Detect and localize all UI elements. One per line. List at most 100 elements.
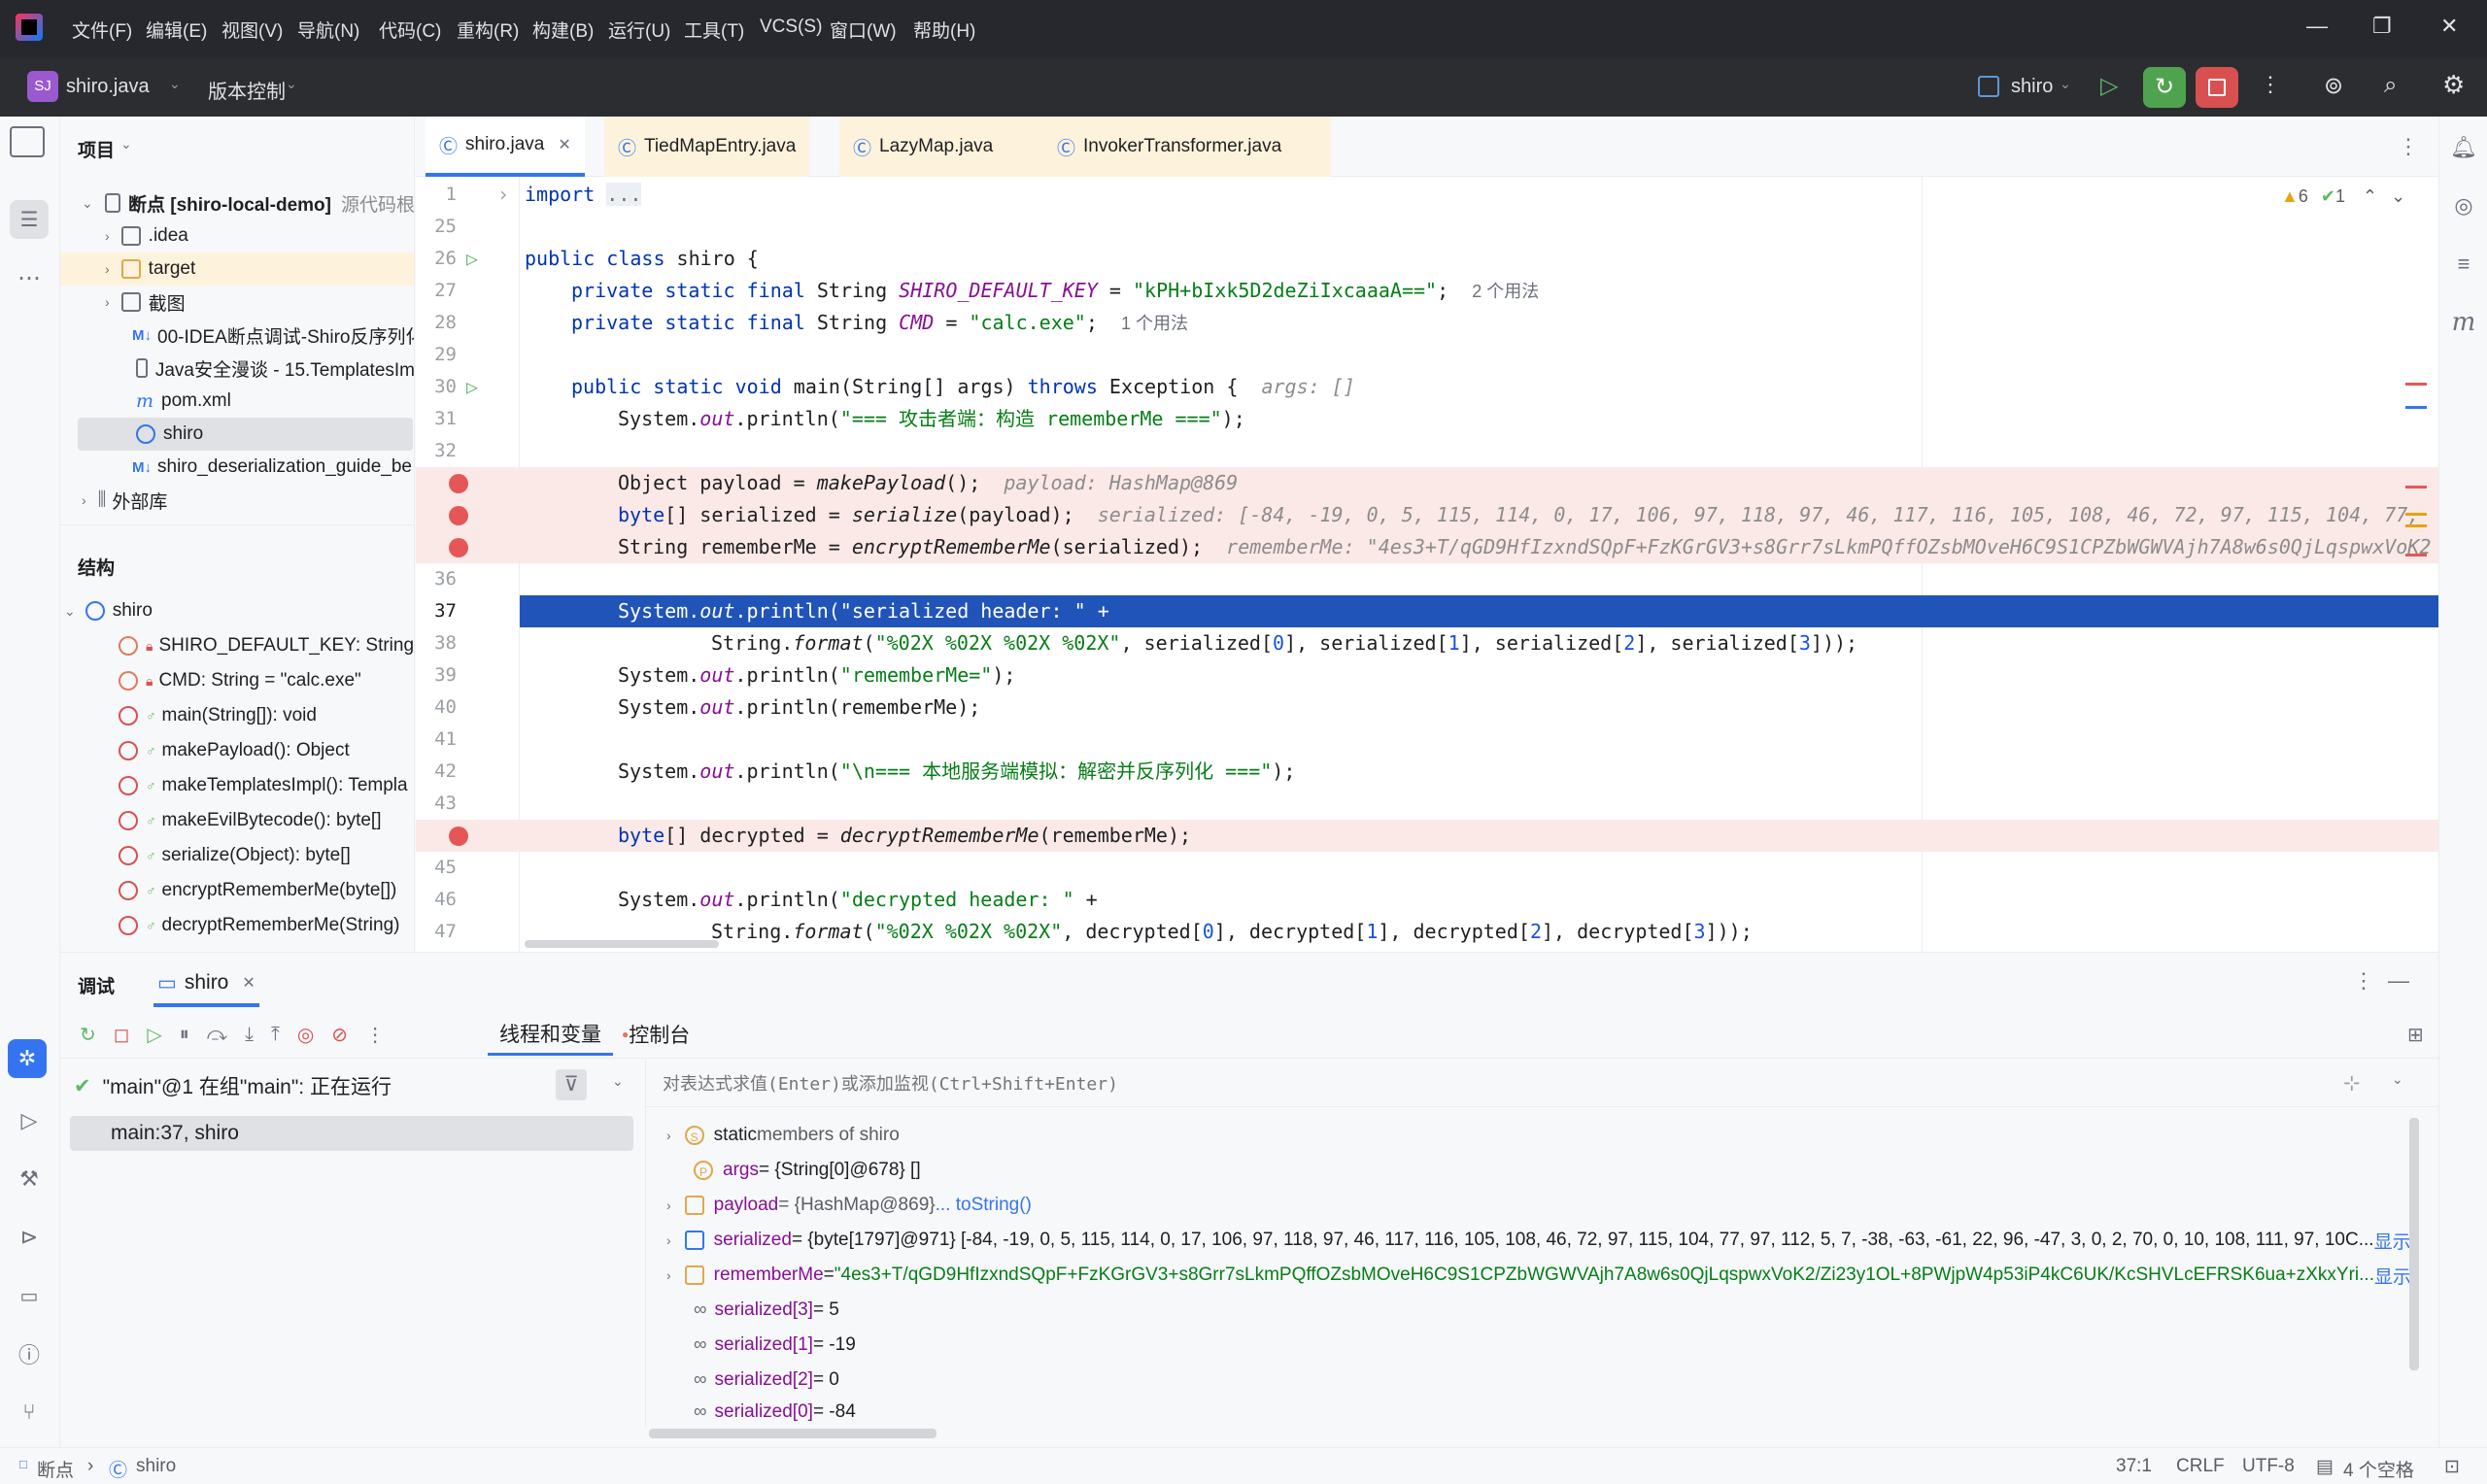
code-line-breakpoint[interactable]: byte[] decrypted = decryptRememberMe(rem… — [416, 820, 2438, 852]
rerun-debug-button[interactable]: ↻ — [2143, 67, 2186, 108]
variable-row[interactable]: › serialized = {byte[1797]@971} [-84, -19… — [666, 1223, 2483, 1258]
structure-item[interactable]: 🔒︎ SHIRO_DEFAULT_KEY: String — [60, 629, 414, 662]
run-config-selector[interactable]: shiro — [2011, 76, 2053, 98]
code-line[interactable]: 39 System.out.println("rememberMe="); — [416, 659, 2438, 691]
ai-assistant-icon[interactable]: ⊚ — [2324, 72, 2343, 100]
menu-build[interactable]: 构建(B) — [532, 17, 594, 43]
menu-vcs[interactable]: VCS(S) — [760, 17, 822, 38]
menu-tools[interactable]: 工具(T) — [684, 17, 744, 43]
code-line[interactable]: 26 ▷ public class shiro { — [416, 243, 2438, 275]
code-line[interactable]: 38 String.format("%02X %02X %02X %02X", s… — [416, 627, 2438, 659]
fold-icon[interactable]: › — [497, 179, 509, 211]
folded-imports[interactable]: ... — [606, 183, 642, 206]
project-badge[interactable]: SJ — [27, 71, 58, 102]
variable-row[interactable]: ∞ serialized[1] = -19 — [694, 1328, 856, 1363]
breadcrumb-class[interactable]: shiro — [136, 1456, 176, 1477]
code-line-current[interactable]: System.out.println("serialized header: "… — [520, 595, 2438, 627]
caret-position[interactable]: 37:1 — [2116, 1456, 2152, 1477]
menu-window[interactable]: 窗口(W) — [830, 17, 897, 43]
filter-icon[interactable]: ⊽ — [556, 1069, 587, 1100]
code-line[interactable]: 31 System.out.println("=== 攻击者端：构造 rememb… — [416, 403, 2438, 435]
horizontal-scrollbar[interactable] — [649, 1429, 937, 1438]
git-tool-icon[interactable]: ⑂ — [10, 1393, 49, 1432]
stop-icon[interactable]: ◻ — [114, 1023, 130, 1047]
minimize-icon[interactable]: — — [2306, 14, 2328, 39]
code-line-breakpoint[interactable]: byte[] serialized = serialize(payload); … — [416, 499, 2438, 531]
tree-item-idea[interactable]: › .idea — [60, 219, 414, 253]
variable-row[interactable]: ∞ serialized[3] = 5 — [694, 1293, 839, 1328]
code-editor[interactable]: Ⓒshiro.java ✕ Ⓒ TiedMapEntry.java Ⓒ LazyMap… — [416, 117, 2438, 952]
run-gutter-icon[interactable]: ▷ — [466, 243, 478, 275]
structure-item[interactable]: ♂ serialize(Object): byte[] — [60, 839, 414, 872]
tree-item-target[interactable]: › target — [60, 253, 414, 286]
code-line[interactable]: 30 ▷ public static void main(String[] args… — [416, 371, 2438, 403]
resume-icon[interactable]: ▷ — [147, 1023, 161, 1047]
menu-help[interactable]: 帮助(H) — [913, 17, 975, 43]
structure-item[interactable]: ♂ makeTemplatesImpl(): Templa — [60, 769, 414, 802]
build-tool-icon[interactable]: ⚒ — [10, 1160, 49, 1198]
structure-item[interactable]: ♂ main(String[]): void — [60, 699, 414, 732]
run-tool-icon[interactable]: ▷ — [10, 1101, 49, 1140]
project-tool-icon[interactable] — [10, 126, 45, 157]
code-line-breakpoint[interactable]: Object payload = makePayload(); payload:… — [416, 467, 2438, 499]
menu-run[interactable]: 运行(U) — [608, 17, 670, 43]
debug-session-tab[interactable]: ▭ shiro ✕ — [153, 962, 259, 1007]
chevron-right-icon[interactable]: › — [105, 294, 110, 310]
tabs-menu-icon[interactable]: ⋮ — [2398, 134, 2419, 159]
evaluate-expression-input[interactable] — [663, 1063, 2392, 1104]
stack-frame[interactable]: main:37, shiro — [70, 1116, 633, 1151]
notifications-icon[interactable]: 🔔︎ — [2444, 128, 2483, 167]
breakpoint-icon[interactable] — [449, 474, 468, 493]
problems-tool-icon[interactable]: ⓘ — [10, 1334, 49, 1373]
close-tab-icon[interactable]: ✕ — [242, 973, 255, 993]
layout-icon[interactable]: ⊞ — [2407, 1023, 2424, 1047]
services-tool-icon[interactable]: ⊳ — [10, 1218, 49, 1257]
chevron-down-icon[interactable]: ⌄ — [82, 195, 93, 212]
chevron-down-icon[interactable]: ⌄ — [120, 136, 132, 152]
step-over-icon[interactable]: ⤼ — [207, 1024, 227, 1046]
horizontal-scrollbar[interactable] — [525, 940, 719, 948]
tree-item-pom[interactable]: m pom.xml — [60, 385, 414, 418]
code-line[interactable]: 32 — [416, 435, 2438, 467]
maximize-icon[interactable]: ❐ — [2372, 14, 2392, 39]
more-actions-icon[interactable]: ⋮ — [2353, 968, 2374, 994]
code-line[interactable]: 46 System.out.println("decrypted header: … — [416, 884, 2438, 916]
code-line[interactable]: 36 — [416, 563, 2438, 595]
code-line[interactable]: 43 — [416, 788, 2438, 820]
variable-row[interactable]: › rememberMe = "4es3+T/qGD9HfIzxndSQpF+Fz… — [666, 1258, 2483, 1293]
error-stripe[interactable] — [2405, 262, 2427, 942]
vcs-widget[interactable]: 版本控制 — [208, 76, 286, 104]
chevron-right-icon[interactable]: › — [105, 228, 110, 244]
rerun-icon[interactable]: ↻ — [80, 1023, 96, 1047]
structure-item[interactable]: ♂ makeEvilBytecode(): byte[] — [60, 804, 414, 837]
chevron-down-icon[interactable]: ⌄ — [286, 76, 297, 92]
menu-code[interactable]: 代码(C) — [379, 17, 441, 43]
close-tab-icon[interactable]: ✕ — [558, 135, 570, 154]
database-icon[interactable]: ≡ — [2444, 245, 2483, 284]
tab-shiro-java[interactable]: Ⓒshiro.java ✕ — [426, 117, 585, 177]
chevron-down-icon[interactable]: ⌄ — [2392, 1071, 2403, 1088]
structure-item[interactable]: ♂ encryptRememberMe(byte[]) — [60, 874, 414, 907]
ai-chat-icon[interactable]: ◎ — [2444, 186, 2483, 225]
menu-file[interactable]: 文件(F) — [72, 17, 132, 43]
structure-item[interactable]: ♂ makePayload(): Object — [60, 734, 414, 767]
code-line[interactable]: 47 String.format("%02X %02X %02X", decryp… — [416, 916, 2438, 948]
tab-lazymap[interactable]: Ⓒ LazyMap.java — [839, 117, 1043, 177]
code-line[interactable]: 42 System.out.println("\n=== 本地服务端模拟：解密并反… — [416, 756, 2438, 788]
gear-icon[interactable]: ⚙ — [2442, 70, 2465, 100]
tree-item-screenshots[interactable]: › 截图 — [60, 286, 414, 319]
run-gutter-icon[interactable]: ▷ — [466, 371, 478, 403]
step-out-icon[interactable]: ⤒ — [271, 1024, 280, 1046]
structure-root[interactable]: ⌄ shiro — [60, 594, 414, 627]
tree-item-libs[interactable]: › ⫼ 外部库 — [60, 484, 414, 517]
code-line[interactable]: 27 private static final String SHIRO_DEFA… — [416, 275, 2438, 307]
code-line[interactable]: 29 — [416, 339, 2438, 371]
structure-tool-icon[interactable]: ☰ — [10, 200, 49, 239]
breakpoint-icon[interactable] — [449, 826, 468, 846]
variable-row[interactable]: › Sstatic members of shiro — [666, 1118, 900, 1153]
chevron-down-icon[interactable]: ⌄ — [169, 76, 181, 92]
tab-tiedmapentry[interactable]: Ⓒ TiedMapEntry.java — [604, 117, 810, 177]
structure-item[interactable]: ♂ decryptRememberMe(String) — [60, 909, 414, 942]
more-actions-icon[interactable]: ⋮ — [365, 1023, 385, 1047]
chevron-right-icon[interactable]: › — [666, 1197, 671, 1213]
